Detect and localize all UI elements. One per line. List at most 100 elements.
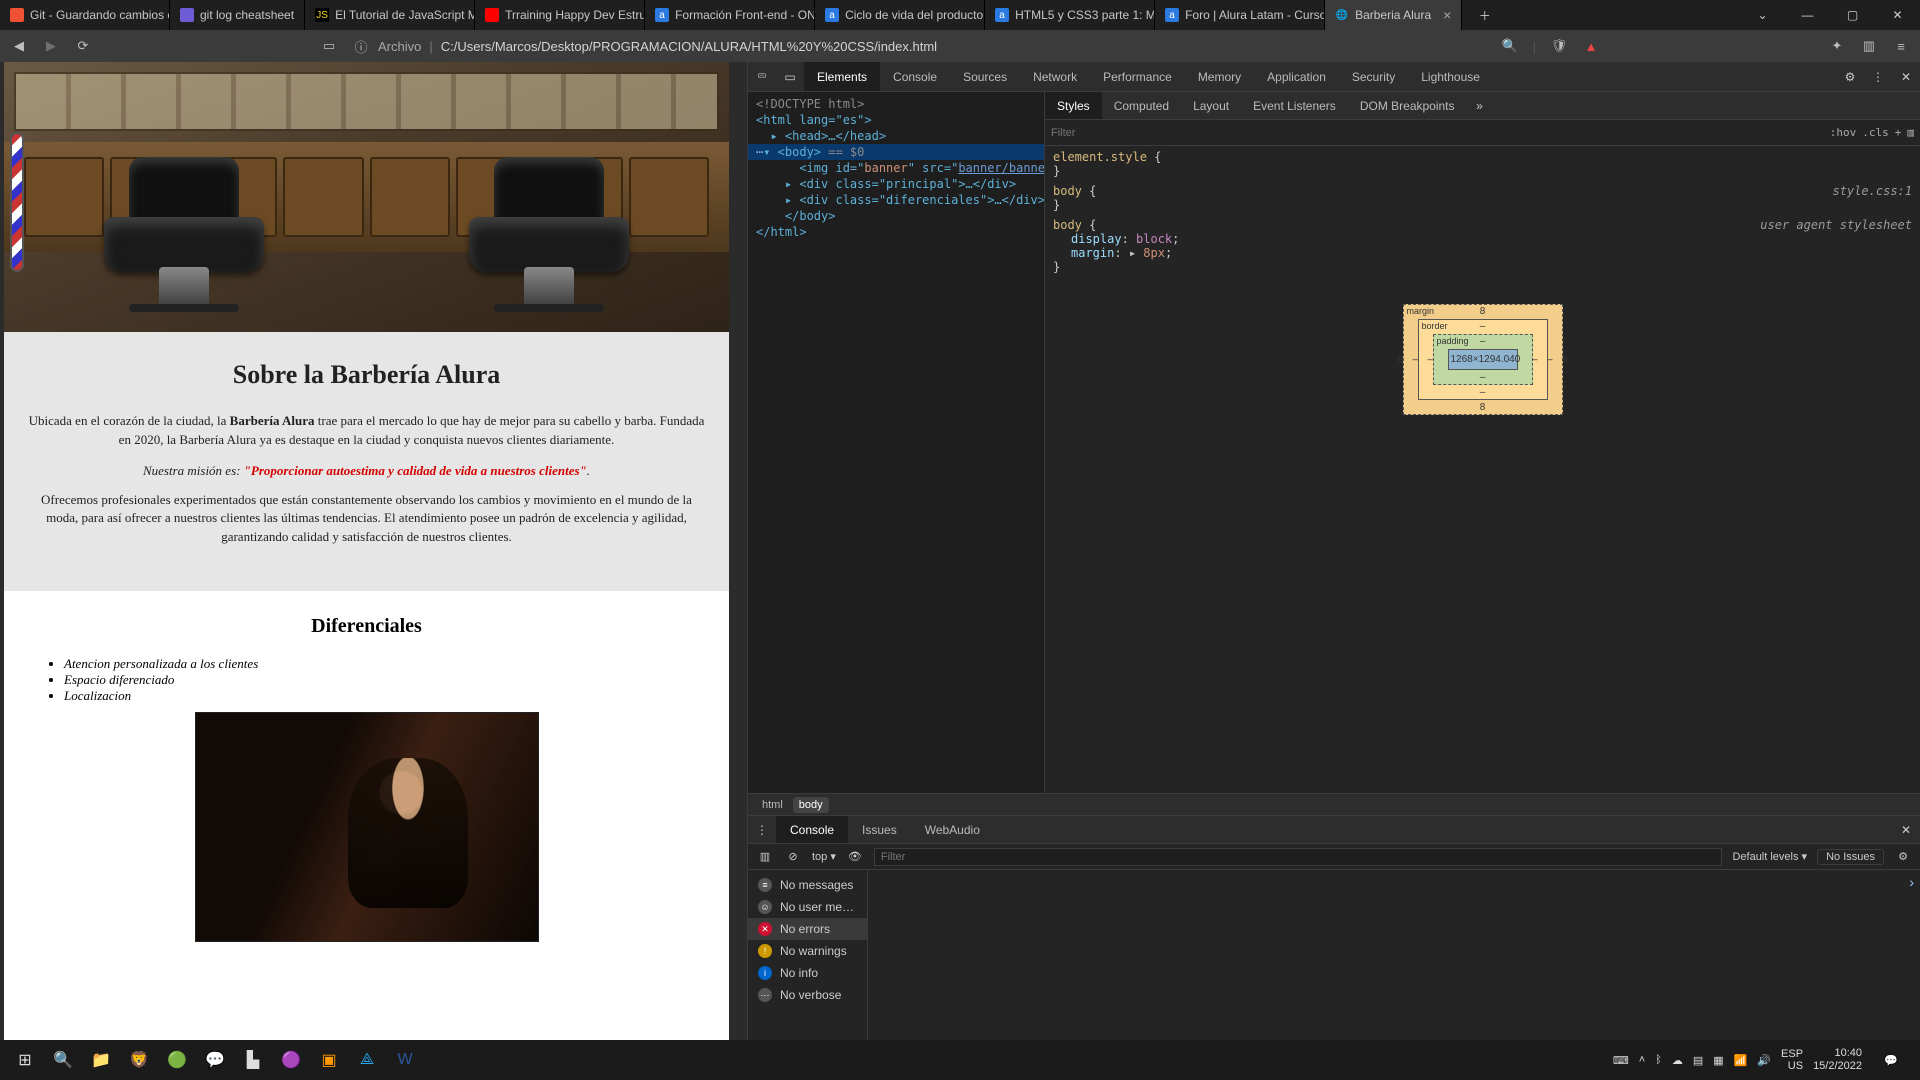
file-explorer-icon[interactable]: 📁 — [82, 1040, 120, 1080]
hov-toggle[interactable]: :hov — [1830, 126, 1857, 139]
source-link[interactable]: style.css:1 — [1833, 184, 1912, 198]
tray-icon[interactable]: ▤ — [1693, 1054, 1703, 1067]
console-cat-selected[interactable]: ✕No errors — [748, 918, 867, 940]
extensions-icon[interactable]: ✦ — [1828, 37, 1846, 55]
close-icon[interactable]: × — [1443, 7, 1451, 23]
tab-network[interactable]: Network — [1020, 62, 1090, 91]
language-indicator[interactable]: ESP US — [1781, 1048, 1803, 1072]
clock[interactable]: 10:40 15/2/2022 — [1813, 1047, 1862, 1072]
bluetooth-icon[interactable]: ᛒ — [1655, 1054, 1662, 1066]
tab-sources[interactable]: Sources — [950, 62, 1020, 91]
search-icon[interactable]: 🔍 — [1501, 37, 1519, 55]
url-box[interactable]: ⓘ Archivo | C:/Users/Marcos/Desktop/PROG… — [352, 37, 1487, 55]
gear-icon[interactable]: ⚙ — [1894, 848, 1912, 866]
crumb[interactable]: html — [756, 797, 789, 813]
console-cat[interactable]: ⋯No verbose — [748, 984, 867, 1006]
tab[interactable]: aCiclo de vida del producto: — [815, 0, 985, 30]
device-toggle-icon[interactable]: ▭ — [776, 62, 804, 91]
subtab-layout[interactable]: Layout — [1181, 92, 1241, 119]
vscode-icon[interactable]: ⟁ — [348, 1040, 386, 1080]
sidebar-toggle-icon[interactable]: ▥ — [756, 848, 774, 866]
subtab-computed[interactable]: Computed — [1102, 92, 1181, 119]
wallet-icon[interactable]: ▥ — [1860, 37, 1878, 55]
inspect-icon[interactable]: ⮹ — [748, 62, 776, 91]
window-close-button[interactable]: ✕ — [1875, 0, 1920, 30]
tab-application[interactable]: Application — [1254, 62, 1339, 91]
clear-console-icon[interactable]: ⊘ — [784, 848, 802, 866]
console-cat[interactable]: iNo info — [748, 962, 867, 984]
console-cat[interactable]: ☺No user me… — [748, 896, 867, 918]
issues-pill[interactable]: No Issues — [1817, 849, 1884, 865]
tab[interactable]: aForo | Alura Latam - Cursos — [1155, 0, 1325, 30]
chevron-right-icon[interactable]: › — [1909, 874, 1914, 890]
drawer-menu-icon[interactable]: ⋮ — [748, 816, 776, 843]
subtab-event-listeners[interactable]: Event Listeners — [1241, 92, 1348, 119]
subtab-dom-breakpoints[interactable]: DOM Breakpoints — [1348, 92, 1467, 119]
dom-tree[interactable]: <!DOCTYPE html> <html lang="es"> ▸ <head… — [748, 92, 1045, 793]
panel-layout-icon[interactable]: ▥ — [1907, 126, 1914, 139]
tab[interactable]: JSEl Tutorial de JavaScript Mc — [305, 0, 475, 30]
new-tab-button[interactable]: ＋ — [1462, 0, 1507, 30]
whatsapp-icon[interactable]: 💬 — [196, 1040, 234, 1080]
discord-icon[interactable]: 🟣 — [272, 1040, 310, 1080]
brave-rewards-icon[interactable]: ▲ — [1582, 37, 1600, 55]
console-filter-input[interactable] — [874, 848, 1723, 866]
notifications-button[interactable]: 💬 — [1872, 1040, 1910, 1080]
kebab-icon[interactable]: ⋮ — [1864, 62, 1892, 91]
brave-icon[interactable]: 🦁 — [120, 1040, 158, 1080]
subtab-styles[interactable]: Styles — [1045, 92, 1102, 119]
sublime-icon[interactable]: ▣ — [310, 1040, 348, 1080]
word-icon[interactable]: W — [386, 1040, 424, 1080]
console-cat[interactable]: ≡No messages — [748, 874, 867, 896]
reader-mode-icon[interactable]: ▭ — [320, 37, 338, 55]
chrome-icon[interactable]: 🟢 — [158, 1040, 196, 1080]
close-icon[interactable]: ✕ — [1892, 816, 1920, 843]
tab[interactable]: aFormación Front-end - ONE — [645, 0, 815, 30]
search-button[interactable]: 🔍 — [44, 1040, 82, 1080]
tray-icon[interactable]: ▦ — [1713, 1054, 1723, 1067]
info-icon[interactable]: ⓘ — [352, 37, 370, 55]
shield-icon[interactable]: 🛡 — [1550, 37, 1568, 55]
crumb-active[interactable]: body — [793, 797, 829, 813]
tab-elements[interactable]: Elements — [804, 62, 880, 91]
wifi-icon[interactable]: 📶 — [1734, 1054, 1748, 1067]
drawer-tab-console[interactable]: Console — [776, 816, 848, 843]
log-levels[interactable]: Default levels ▾ — [1732, 850, 1807, 863]
forward-button[interactable]: ▶ — [42, 37, 60, 55]
drawer-tab-issues[interactable]: Issues — [848, 816, 911, 843]
app-icon[interactable]: ▙ — [234, 1040, 272, 1080]
tab[interactable]: Trraining Happy Dev Estruc — [475, 0, 645, 30]
tab-dropdown-button[interactable]: ⌄ — [1740, 0, 1785, 30]
drawer-tab-webaudio[interactable]: WebAudio — [911, 816, 994, 843]
styles-body[interactable]: element.style { } body {style.css:1 } bo… — [1045, 146, 1920, 793]
new-rule-button[interactable]: + — [1895, 126, 1902, 139]
styles-filter-input[interactable] — [1051, 127, 1824, 139]
more-tabs-icon[interactable]: » — [1467, 92, 1493, 119]
tab[interactable]: Git - Guardando cambios e — [0, 0, 170, 30]
cls-toggle[interactable]: .cls — [1862, 126, 1889, 139]
gear-icon[interactable]: ⚙ — [1836, 62, 1864, 91]
back-button[interactable]: ◀ — [10, 37, 28, 55]
start-button[interactable]: ⊞ — [6, 1040, 44, 1080]
tab[interactable]: aHTML5 y CSS3 parte 1: Mi p — [985, 0, 1155, 30]
context-selector[interactable]: top ▾ — [812, 850, 836, 863]
console-cat[interactable]: !No warnings — [748, 940, 867, 962]
dom-selected-node[interactable]: ⋯▾ <body> == $0 — [748, 144, 1044, 160]
console-output[interactable]: › — [868, 870, 1920, 1040]
window-minimize-button[interactable]: — — [1785, 0, 1830, 30]
onedrive-icon[interactable]: ☁ — [1672, 1054, 1683, 1067]
live-expression-icon[interactable]: 👁 — [846, 848, 864, 866]
tab-console[interactable]: Console — [880, 62, 950, 91]
tab-performance[interactable]: Performance — [1090, 62, 1185, 91]
close-icon[interactable]: ✕ — [1892, 62, 1920, 91]
tab-memory[interactable]: Memory — [1185, 62, 1254, 91]
tab-lighthouse[interactable]: Lighthouse — [1408, 62, 1493, 91]
tab-security[interactable]: Security — [1339, 62, 1408, 91]
volume-icon[interactable]: 🔊 — [1757, 1054, 1771, 1067]
window-maximize-button[interactable]: ▢ — [1830, 0, 1875, 30]
menu-icon[interactable]: ≡ — [1892, 37, 1910, 55]
tab-active[interactable]: 🌐Barberia Alura× — [1325, 0, 1462, 30]
chevron-up-icon[interactable]: ˄ — [1639, 1054, 1645, 1066]
tab[interactable]: git log cheatsheet — [170, 0, 305, 30]
page-frame[interactable]: Sobre la Barbería Alura Ubicada en el co… — [4, 62, 729, 1040]
